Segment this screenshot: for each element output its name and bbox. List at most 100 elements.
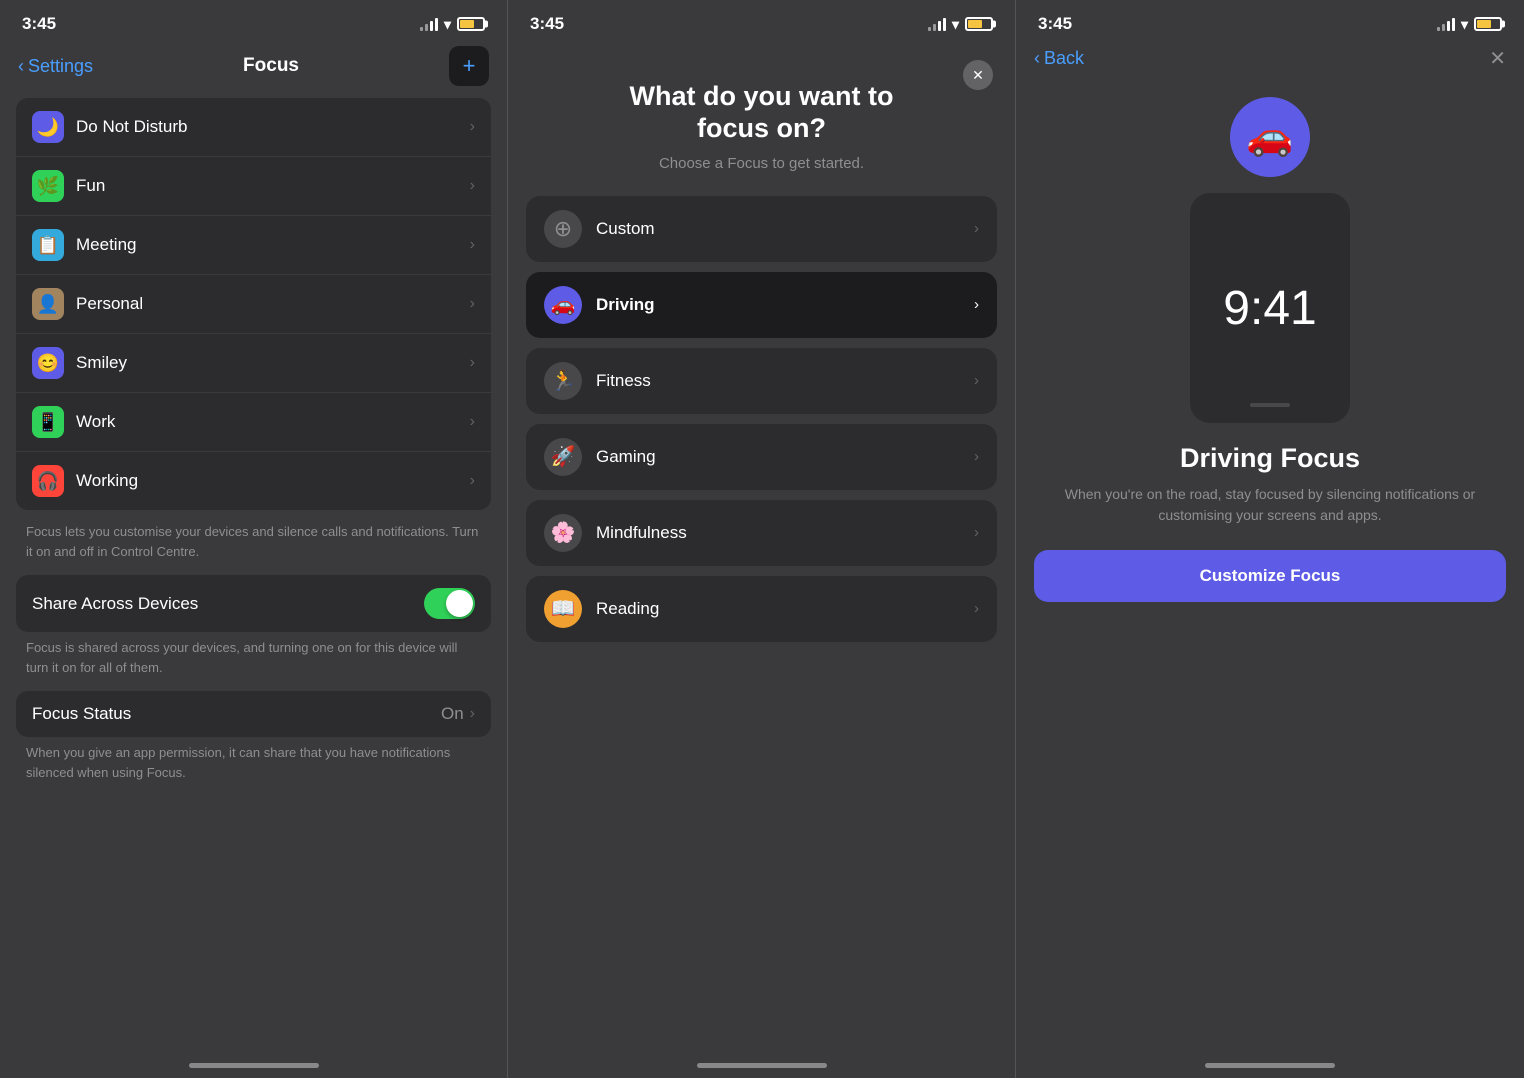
chevron-right-icon: › xyxy=(470,236,475,254)
reading-label: Reading xyxy=(596,599,974,619)
status-bar-1: 3:45 ▾ xyxy=(0,0,507,42)
focus-status-label: Focus Status xyxy=(32,704,441,724)
chevron-right-icon: › xyxy=(470,705,475,723)
chevron-right-icon: › xyxy=(470,118,475,136)
home-indicator xyxy=(189,1063,319,1068)
modal-title: What do you want tofocus on? xyxy=(590,80,934,145)
meeting-icon: 📋 xyxy=(32,229,64,261)
list-item[interactable]: 🌿 Fun › xyxy=(16,157,491,216)
work-icon: 📱 xyxy=(32,406,64,438)
focus-status-section: Focus Status On › xyxy=(16,691,491,737)
focus-option-gaming[interactable]: 🚀 Gaming › xyxy=(526,424,997,490)
smiley-icon: 😊 xyxy=(32,347,64,379)
list-item[interactable]: 🌙 Do Not Disturb › xyxy=(16,98,491,157)
focus-status-info-text: When you give an app permission, it can … xyxy=(0,743,507,796)
car-icon: 🚗 xyxy=(1246,115,1293,159)
add-focus-button[interactable]: + xyxy=(449,46,489,86)
preview-time: 9:41 xyxy=(1223,281,1316,336)
chevron-right-icon: › xyxy=(470,413,475,431)
work-label: Work xyxy=(76,412,470,432)
focus-options-list: ⊕ Custom › 🚗 Driving › 🏃 Fitness › 🚀 Gam… xyxy=(508,196,1015,642)
share-devices-toggle[interactable] xyxy=(424,588,475,619)
share-devices-label: Share Across Devices xyxy=(32,594,424,614)
chevron-left-icon: ‹ xyxy=(18,56,24,77)
share-info-text: Focus is shared across your devices, and… xyxy=(0,638,507,691)
battery-icon xyxy=(1474,17,1502,31)
customize-focus-button[interactable]: Customize Focus xyxy=(1034,550,1506,602)
status-icons-1: ▾ xyxy=(420,16,485,33)
status-icons-3: ▾ xyxy=(1437,16,1502,33)
driving-focus-description: When you're on the road, stay focused by… xyxy=(1016,474,1524,526)
list-item[interactable]: 👤 Personal › xyxy=(16,275,491,334)
plus-icon: + xyxy=(463,53,476,79)
meeting-label: Meeting xyxy=(76,235,470,255)
fitness-label: Fitness xyxy=(596,371,974,391)
chevron-right-icon: › xyxy=(974,448,979,465)
focus-option-reading[interactable]: 📖 Reading › xyxy=(526,576,997,642)
chevron-right-icon: › xyxy=(974,372,979,389)
mindfulness-label: Mindfulness xyxy=(596,523,974,543)
focus-option-driving[interactable]: 🚗 Driving › xyxy=(526,272,997,338)
close-button[interactable]: ✕ xyxy=(1489,46,1506,71)
focus-info-text: Focus lets you customise your devices an… xyxy=(0,522,507,575)
fun-icon: 🌿 xyxy=(32,170,64,202)
home-indicator xyxy=(697,1063,827,1068)
wifi-icon: ▾ xyxy=(1461,16,1468,33)
working-label: Working xyxy=(76,471,470,491)
panel-focus-settings: 3:45 ▾ ‹ Settings Focus + 🌙 Do Not Distu… xyxy=(0,0,508,1078)
focus-status-value: On xyxy=(441,704,464,724)
driving-label: Driving xyxy=(596,295,974,315)
modal-title-text: What do you want tofocus on? xyxy=(630,81,894,143)
chevron-right-icon: › xyxy=(974,600,979,617)
personal-label: Personal xyxy=(76,294,470,314)
reading-icon: 📖 xyxy=(544,590,582,628)
status-bar-3: 3:45 ▾ xyxy=(1016,0,1524,42)
time-3: 3:45 xyxy=(1038,14,1072,34)
phone-home-indicator xyxy=(1250,403,1290,407)
chevron-right-icon: › xyxy=(974,220,979,237)
list-item[interactable]: 📋 Meeting › xyxy=(16,216,491,275)
focus-status-row[interactable]: Focus Status On › xyxy=(16,691,491,737)
share-devices-section: Share Across Devices xyxy=(16,575,491,632)
panel1-nav: ‹ Settings Focus + xyxy=(0,42,507,98)
focus-title: Focus xyxy=(243,55,299,77)
do-not-disturb-label: Do Not Disturb xyxy=(76,117,470,137)
phone-preview: 9:41 xyxy=(1190,193,1350,423)
driving-focus-title: Driving Focus xyxy=(1016,443,1524,474)
list-item[interactable]: 🎧 Working › xyxy=(16,452,491,510)
chevron-right-icon: › xyxy=(470,472,475,490)
panel-driving-focus: 3:45 ▾ ‹ Back ✕ 🚗 9:41 Driving Focus Whe… xyxy=(1016,0,1524,1078)
list-item[interactable]: 📱 Work › xyxy=(16,393,491,452)
settings-back-button[interactable]: ‹ Settings xyxy=(18,56,93,77)
modal-subtitle: Choose a Focus to get started. xyxy=(659,155,864,172)
panel-focus-picker: 3:45 ▾ ✕ What do you want tofocus on? Ch… xyxy=(508,0,1016,1078)
gaming-icon: 🚀 xyxy=(544,438,582,476)
signal-icon xyxy=(1437,17,1455,31)
driving-focus-icon: 🚗 xyxy=(1230,97,1310,177)
share-devices-row: Share Across Devices xyxy=(16,575,491,632)
gaming-label: Gaming xyxy=(596,447,974,467)
chevron-right-icon: › xyxy=(470,295,475,313)
modal-overlay: ✕ What do you want tofocus on? Choose a … xyxy=(508,0,1015,1078)
modal-close-button[interactable]: ✕ xyxy=(963,60,993,90)
panel3-nav: ‹ Back ✕ xyxy=(1016,42,1524,81)
custom-label: Custom xyxy=(596,219,974,239)
home-indicator xyxy=(1205,1063,1335,1068)
working-icon: 🎧 xyxy=(32,465,64,497)
battery-icon xyxy=(457,17,485,31)
list-item[interactable]: 😊 Smiley › xyxy=(16,334,491,393)
fitness-icon: 🏃 xyxy=(544,362,582,400)
time-1: 3:45 xyxy=(22,14,56,34)
back-button[interactable]: ‹ Back xyxy=(1034,48,1084,69)
personal-icon: 👤 xyxy=(32,288,64,320)
focus-option-mindfulness[interactable]: 🌸 Mindfulness › xyxy=(526,500,997,566)
smiley-label: Smiley xyxy=(76,353,470,373)
focus-option-fitness[interactable]: 🏃 Fitness › xyxy=(526,348,997,414)
chevron-right-icon: › xyxy=(974,296,979,313)
chevron-right-icon: › xyxy=(470,354,475,372)
driving-icon: 🚗 xyxy=(544,286,582,324)
settings-back-label: Settings xyxy=(28,56,93,77)
chevron-left-icon: ‹ xyxy=(1034,48,1040,69)
wifi-icon: ▾ xyxy=(444,16,451,33)
focus-option-custom[interactable]: ⊕ Custom › xyxy=(526,196,997,262)
